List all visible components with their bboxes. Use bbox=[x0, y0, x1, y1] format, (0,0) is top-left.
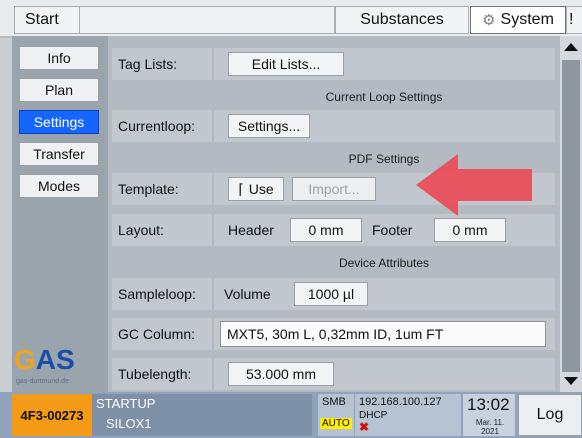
footer-label: Footer bbox=[372, 222, 413, 238]
gear-icon: ⚙ bbox=[482, 12, 496, 29]
tubelength-field[interactable]: 53.000 mm bbox=[228, 362, 334, 386]
use-template-checkbox[interactable]: ⌈ Use bbox=[228, 177, 284, 201]
run-method-text: SILOX1 bbox=[106, 416, 152, 431]
auto-badge: AUTO bbox=[320, 418, 352, 429]
template-label: Template: bbox=[112, 173, 212, 205]
tab-start[interactable]: Start bbox=[14, 6, 80, 34]
tab-bar-spacer bbox=[80, 6, 335, 34]
run-state-panel: STARTUP SILOX1 bbox=[92, 394, 312, 436]
footer-margin-field[interactable]: 0 mm bbox=[434, 218, 506, 242]
network-error-icon: ✖ bbox=[359, 420, 370, 434]
sampleloop-content: Volume 1000 µl bbox=[214, 278, 555, 310]
section-device-attributes: Device Attributes bbox=[338, 256, 430, 270]
nav-info-button[interactable]: Info bbox=[19, 46, 99, 70]
volume-label: Volume bbox=[224, 286, 271, 302]
edit-lists-button[interactable]: Edit Lists... bbox=[228, 52, 344, 76]
tab-overflow[interactable]: ! bbox=[566, 6, 582, 34]
logo-letter-g: G bbox=[14, 344, 36, 375]
scroll-thumb[interactable] bbox=[562, 60, 580, 372]
company-logo: GAS gas-dortmund.de bbox=[12, 340, 98, 392]
scroll-up-button[interactable] bbox=[560, 36, 582, 58]
row-gc-column: GC Column: MXT5, 30m L, 0,32mm ID, 1um F… bbox=[112, 318, 555, 350]
header-margin-field[interactable]: 0 mm bbox=[290, 218, 362, 242]
device-id-badge: 4F3-00273 bbox=[12, 394, 92, 436]
scroll-down-button[interactable] bbox=[560, 370, 582, 392]
sampleloop-label: Sampleloop: bbox=[112, 278, 212, 310]
row-layout: Layout: Header 0 mm Footer 0 mm bbox=[112, 214, 555, 246]
smb-status: SMB AUTO bbox=[318, 394, 354, 436]
annotation-arrow-icon bbox=[416, 154, 532, 216]
app-frame: Start Substances ⚙ System ! Info Plan Se… bbox=[0, 0, 582, 438]
logo-subtext: gas-dortmund.de bbox=[16, 378, 69, 385]
gc-column-content: MXT5, 30m L, 0,32mm ID, 1um FT bbox=[214, 318, 555, 350]
ip-address: 192.168.100.127 bbox=[359, 396, 442, 408]
currentloop-label: Currentloop: bbox=[112, 110, 212, 142]
nav-settings-button[interactable]: Settings bbox=[19, 110, 99, 134]
arrow-up-icon bbox=[564, 43, 578, 51]
section-current-loop: Current Loop Settings bbox=[325, 90, 443, 104]
volume-field[interactable]: 1000 µl bbox=[294, 282, 368, 306]
network-status: 192.168.100.127 DHCP ✖ bbox=[355, 394, 461, 436]
layout-label: Layout: bbox=[112, 214, 212, 246]
run-state-text: STARTUP bbox=[96, 396, 156, 411]
tubelength-label: Tubelength: bbox=[112, 358, 212, 390]
tag-lists-label: Tag Lists: bbox=[112, 48, 212, 80]
header-label: Header bbox=[228, 222, 274, 238]
settings-scrollbar[interactable] bbox=[560, 36, 582, 392]
checkbox-icon: ⌈ bbox=[238, 180, 244, 197]
tab-system-label: System bbox=[500, 11, 554, 28]
log-button[interactable]: Log bbox=[518, 394, 582, 436]
tab-system[interactable]: ⚙ System bbox=[470, 6, 566, 34]
use-template-label: Use bbox=[248, 181, 274, 197]
tubelength-content: 53.000 mm bbox=[214, 358, 555, 390]
status-bar: 4F3-00273 STARTUP SILOX1 SMB AUTO 192.16… bbox=[0, 392, 582, 438]
tab-substances[interactable]: Substances bbox=[335, 6, 469, 34]
top-tab-bar: Start Substances ⚙ System ! bbox=[0, 0, 582, 38]
layout-content: Header 0 mm Footer 0 mm bbox=[214, 214, 555, 246]
nav-modes-button[interactable]: Modes bbox=[19, 174, 99, 198]
clock-time: 13:02 bbox=[467, 395, 510, 414]
row-tubelength: Tubelength: 53.000 mm bbox=[112, 358, 555, 390]
currentloop-content: Settings... bbox=[214, 110, 555, 142]
currentloop-settings-button[interactable]: Settings... bbox=[228, 114, 310, 138]
clock: 13:02 Mar. 11. 2021 bbox=[463, 394, 515, 436]
nav-transfer-button[interactable]: Transfer bbox=[19, 142, 99, 166]
left-nav: Info Plan Settings Transfer Modes bbox=[12, 36, 108, 392]
arrow-down-icon bbox=[564, 377, 578, 385]
gc-column-label: GC Column: bbox=[112, 318, 212, 350]
import-template-button[interactable]: Import... bbox=[292, 177, 376, 201]
row-sampleloop: Sampleloop: Volume 1000 µl bbox=[112, 278, 555, 310]
row-tag-lists: Tag Lists: Edit Lists... bbox=[112, 48, 555, 80]
gc-column-input[interactable]: MXT5, 30m L, 0,32mm ID, 1um FT bbox=[220, 321, 546, 347]
tag-lists-content: Edit Lists... bbox=[214, 48, 555, 80]
clock-date: Mar. 11. 2021 bbox=[475, 418, 505, 436]
nav-plan-button[interactable]: Plan bbox=[19, 78, 99, 102]
row-currentloop: Currentloop: Settings... bbox=[112, 110, 555, 142]
smb-label: SMB bbox=[322, 396, 346, 408]
logo-letters-as: AS bbox=[35, 344, 75, 375]
